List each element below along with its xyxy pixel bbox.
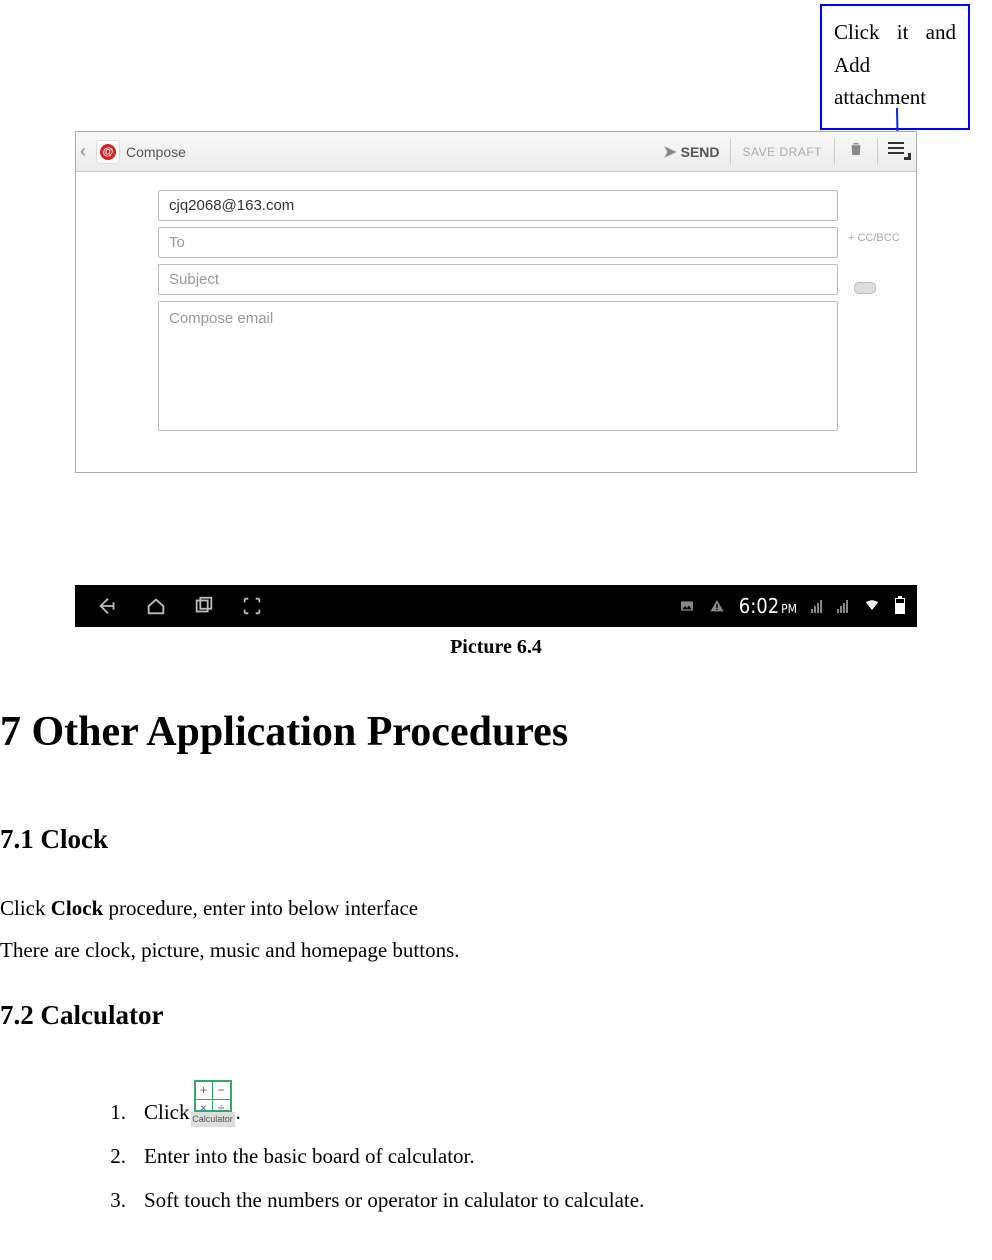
time-value: 6:02 — [739, 594, 779, 618]
nav-home-icon[interactable] — [145, 595, 167, 617]
status-wifi-icon — [863, 595, 881, 618]
text: Click — [0, 896, 51, 920]
status-clock: 6:02 PM — [739, 594, 797, 618]
list-number: 3. — [100, 1185, 126, 1215]
toolbar-divider — [730, 139, 731, 165]
list-item: 2. Enter into the basic board of calcula… — [100, 1141, 644, 1171]
bold-text: Clock — [51, 896, 104, 920]
to-placeholder: To — [169, 234, 185, 251]
status-battery-icon — [895, 598, 905, 614]
email-app-icon: @ — [96, 140, 120, 164]
time-ampm: PM — [781, 602, 797, 616]
ccbcc-label: CC/BCC — [857, 232, 899, 244]
list-item: 3. Soft touch the numbers or operator in… — [100, 1185, 644, 1215]
section-heading-clock: 7.1 Clock — [0, 824, 108, 855]
annotation-callout: Click it and Add attachment — [820, 4, 970, 130]
system-nav-bar: 6:02 PM — [75, 585, 917, 627]
toolbar-divider — [877, 139, 878, 165]
calculator-icon-label: Calculator — [191, 1112, 235, 1127]
section-heading-calculator: 7.2 Calculator — [0, 1000, 163, 1031]
cc-bcc-toggle[interactable]: CC/BCC — [848, 232, 900, 244]
from-value: cjq2068@163.com — [169, 197, 294, 214]
list-item: 1. Click +−×÷ Calculator . — [100, 1080, 644, 1127]
toolbar-divider — [834, 139, 835, 165]
list-number: 1. — [100, 1097, 126, 1127]
overflow-menu-icon[interactable] — [880, 142, 916, 161]
trash-icon[interactable] — [837, 140, 875, 163]
subject-field[interactable]: Subject — [158, 264, 838, 295]
compose-body-field[interactable]: Compose email — [158, 301, 838, 431]
text: Click — [144, 1097, 190, 1127]
compose-email-screenshot: ‹ @ Compose ➤ SEND SAVE DRAFT — [75, 131, 917, 473]
calculator-app-icon: +−×÷ Calculator — [191, 1080, 235, 1127]
text: Soft touch the numbers or operator in ca… — [144, 1185, 644, 1215]
status-signal-icon — [837, 599, 849, 613]
to-field[interactable]: To — [158, 227, 838, 258]
status-image-icon — [679, 598, 695, 614]
send-icon: ➤ — [663, 142, 676, 162]
status-signal-icon — [811, 599, 823, 613]
text: Enter into the basic board of calculator… — [144, 1141, 475, 1171]
compose-title: Compose — [126, 144, 186, 160]
text: . — [236, 1097, 241, 1127]
clock-paragraph-2: There are clock, picture, music and home… — [0, 938, 460, 963]
text: procedure, enter into below interface — [103, 896, 418, 920]
back-icon[interactable]: ‹ — [80, 141, 90, 162]
send-button[interactable]: ➤ SEND — [655, 142, 727, 162]
attachment-tab-icon[interactable] — [854, 282, 876, 294]
figure-caption: Picture 6.4 — [0, 636, 992, 659]
compose-toolbar: ‹ @ Compose ➤ SEND SAVE DRAFT — [76, 132, 916, 172]
calculator-steps-list: 1. Click +−×÷ Calculator . 2. Enter into… — [100, 1080, 644, 1230]
clock-paragraph-1: Click Clock procedure, enter into below … — [0, 896, 418, 921]
nav-recent-icon[interactable] — [193, 595, 215, 617]
body-placeholder: Compose email — [169, 310, 273, 327]
from-field[interactable]: cjq2068@163.com — [158, 190, 838, 221]
nav-screenshot-icon[interactable] — [241, 595, 263, 617]
subject-placeholder: Subject — [169, 271, 219, 288]
chapter-heading: 7 Other Application Procedures — [0, 708, 568, 756]
send-label: SEND — [681, 144, 720, 160]
nav-back-icon[interactable] — [97, 595, 119, 617]
status-warning-icon — [709, 598, 725, 614]
list-number: 2. — [100, 1141, 126, 1171]
save-draft-button[interactable]: SAVE DRAFT — [733, 145, 832, 159]
callout-text: Click it and Add attachment — [834, 20, 956, 109]
